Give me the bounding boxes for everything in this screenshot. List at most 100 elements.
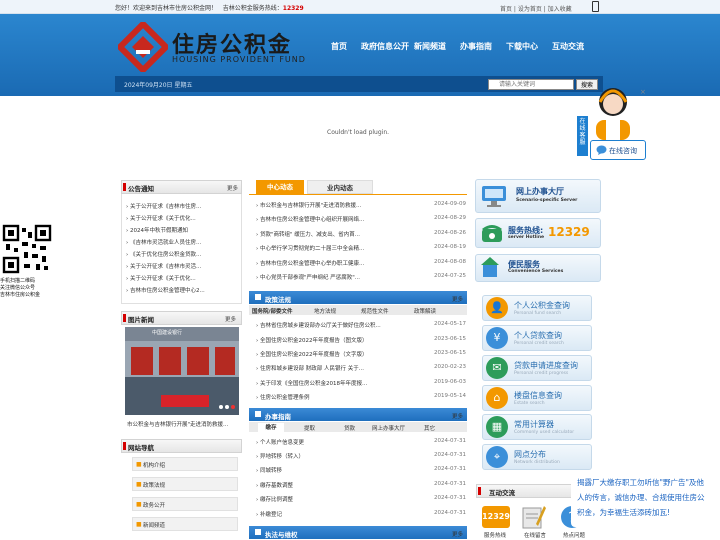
nav-gov-info[interactable]: 政府信息公开 (361, 41, 409, 52)
policy-item[interactable]: › 住房和城乡建设部 财政部 人民银行 关于... (256, 364, 430, 372)
interact-label: 在线留言 (524, 533, 547, 539)
qr-caption-line: 手机扫描二维码 (0, 278, 36, 284)
policy-item-title: 关于印发《全国住房公积金2018年年度报... (259, 381, 368, 387)
title-marker (123, 442, 126, 450)
guide-item-title: 缴存比例调整 (259, 497, 293, 503)
guide-item-title: 个人账户信息变更 (259, 440, 304, 446)
nav-interact[interactable]: 互动交流 (552, 41, 584, 52)
subtab-loan[interactable]: 贷款 (344, 424, 355, 432)
tab-industry-news[interactable]: 业内动态 (307, 180, 373, 194)
top-links[interactable]: 首页 | 设为首页 | 加入收藏 (500, 4, 572, 13)
news-title: 中心党员干部参观"严申纲纪 严惩腐败"... (259, 275, 361, 281)
consult-close-icon[interactable]: × (640, 88, 646, 96)
policy-item[interactable]: › 全国住房公积金2022年年度报告（图文版） (256, 336, 430, 344)
photo-news-title: 图片新闻 (128, 316, 154, 324)
policy-item[interactable]: › 关于印发《全国住房公积金2018年年度报... (256, 379, 430, 387)
tab-center-news[interactable]: 中心动态 (256, 180, 304, 194)
nav-guide[interactable]: 办事指南 (460, 41, 492, 52)
news-title: 贷款"商转组" 缓压力、减支出、省内首... (259, 232, 361, 238)
subtab-withdraw[interactable]: 提取 (304, 424, 315, 432)
customer-service-avatar-icon (596, 88, 630, 140)
photo-banner-text: 中国建设银行 (152, 330, 183, 336)
service-title: 常用计算器 (514, 420, 554, 429)
service-title: 网点分布 (514, 450, 546, 459)
policy-title: 政策法规 (265, 296, 291, 304)
online-service-tab[interactable]: 在线客服 (577, 116, 588, 156)
person-icon: 👤 (486, 297, 508, 319)
mobile-phone-icon[interactable] (592, 1, 599, 12)
nav-news[interactable]: 新闻频道 (414, 41, 446, 52)
service-sub: Estate search (514, 401, 545, 406)
law-more-link[interactable]: 更多 (452, 530, 463, 538)
announce-more-link[interactable]: 更多 (227, 184, 238, 192)
nav-home[interactable]: 首页 (331, 41, 347, 52)
guide-item[interactable]: › 缴存基数调整 (256, 481, 430, 489)
guide-item[interactable]: › 同城转移 (256, 466, 430, 474)
news-date: 2024-08-08 (434, 259, 466, 265)
floating-notice[interactable]: 揭露厂大缴存职工勿听信"野广告"及他人的传言，诚信办理、合规使用住房公积金，为幸… (571, 471, 715, 527)
interact-label: 服务热线 (484, 533, 507, 539)
policy-item[interactable]: › 住房公积金管理条例 (256, 393, 430, 401)
guide-item[interactable]: › 异地转移（转入） (256, 452, 430, 460)
announce-item-text: 关于公开征求《吉林市住房... (129, 204, 202, 210)
hotline-sub: server Hotline (508, 235, 545, 240)
news-item[interactable]: › 吉林市住房公积金管理中心组织开展网络... (256, 215, 430, 223)
section-icon (255, 294, 261, 300)
service-title: 个人贷款查询 (514, 331, 562, 340)
policy-item-title: 吉林省住房城乡建设部办公厅关于做好住房公积... (259, 323, 381, 329)
list-item[interactable]: › 《吉林市灵活就业人员住房... (126, 238, 240, 246)
list-item[interactable]: › 关于公开征求《吉林市住房... (126, 202, 240, 210)
subtab-ministry[interactable]: 国务院/部委文件 (252, 307, 293, 315)
subtab-online-hall[interactable]: 网上办事大厅 (372, 424, 405, 432)
policy-item[interactable]: › 吉林省住房城乡建设部办公厅关于做好住房公积... (256, 321, 430, 329)
news-item[interactable]: › 贷款"商转组" 缓压力、减支出、省内首... (256, 230, 430, 238)
policy-more-link[interactable]: 更多 (452, 295, 463, 303)
search-input[interactable] (488, 79, 574, 90)
news-item[interactable]: › 中心党员干部参观"严申纲纪 严惩腐败"... (256, 273, 430, 281)
subtab-other[interactable]: 其它 (424, 424, 435, 432)
news-title: 吉林市住房公积金管理中心举办职工健康... (259, 261, 365, 267)
subtab-deposit[interactable]: 缴存 (258, 423, 284, 432)
message-board-icon[interactable] (520, 504, 546, 530)
service-sub: Network distribution (514, 460, 560, 465)
news-item[interactable]: › 中心举行学习贯彻党的二十届三中全会精... (256, 244, 430, 252)
photo-news-caption[interactable]: 市公积金与吉林银行开展"走进消防救援... (127, 420, 241, 428)
monitor-icon (482, 186, 506, 207)
policy-date: 2020-02-23 (434, 364, 466, 370)
qr-caption-line: 关注微信公众号 (0, 285, 36, 291)
service-title: 贷款申请进度查询 (514, 361, 578, 370)
house-icon (481, 257, 499, 277)
policy-date: 2024-05-17 (434, 321, 466, 327)
subtab-normative[interactable]: 规范性文件 (361, 307, 389, 315)
welcome-message: 您好！欢迎来到吉林市住房公积金网！ (115, 5, 218, 12)
list-item[interactable]: › 吉林市住房公积金管理中心2... (126, 286, 240, 294)
guide-date: 2024-07-31 (434, 452, 466, 458)
policy-item[interactable]: › 全国住房公积金2022年年度报告（文字版） (256, 350, 430, 358)
subtab-local[interactable]: 地方法规 (314, 307, 336, 315)
guide-more-link[interactable]: 更多 (452, 412, 463, 420)
online-hall-sub: Scenario-specific Server (516, 198, 578, 203)
guide-item[interactable]: › 补缴登记 (256, 510, 430, 518)
guide-item[interactable]: › 缴存比例调整 (256, 495, 430, 503)
list-item[interactable]: › 2024年中秋节假期通知 (126, 226, 240, 234)
site-nav-label: 机构介绍 (143, 463, 166, 469)
news-date: 2024-08-26 (434, 230, 466, 236)
site-nav-label: 政务公开 (143, 503, 166, 509)
top-strip (0, 0, 720, 14)
tab-underline (249, 194, 467, 195)
list-item[interactable]: › 关于公开征求《关于优化... (126, 274, 240, 282)
policy-item-title: 住房和城乡建设部 财政部 人民银行 关于... (259, 366, 364, 372)
news-item[interactable]: › 市公积金与吉林银行开展"走进消防救援... (256, 201, 430, 209)
photo-news-image[interactable] (125, 327, 239, 415)
news-item[interactable]: › 吉林市住房公积金管理中心举办职工健康... (256, 259, 430, 267)
list-item[interactable]: › 关于公开征求《关于优化... (126, 214, 240, 222)
guide-item[interactable]: › 个人账户信息变更 (256, 438, 430, 446)
hotline-tile-icon[interactable]: 12329 (482, 506, 510, 528)
photo-news-more-link[interactable]: 更多 (225, 315, 236, 323)
nav-download[interactable]: 下载中心 (506, 41, 538, 52)
service-sub: Personal credit progress (514, 371, 569, 376)
subtab-interpret[interactable]: 政策解读 (414, 307, 436, 315)
list-item[interactable]: › 《关于优化住房公积金贷款... (126, 250, 240, 258)
service-sub: Commonly used calculator (514, 430, 575, 435)
list-item[interactable]: › 关于公开征求《吉林市灵活... (126, 262, 240, 270)
